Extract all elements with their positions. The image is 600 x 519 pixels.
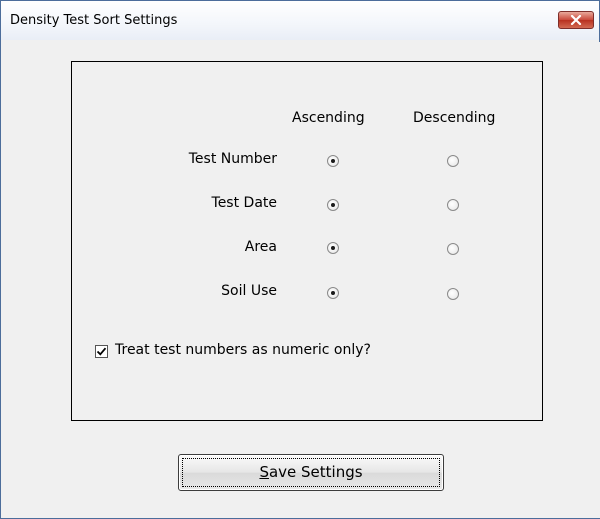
descending-header: Descending	[413, 110, 496, 126]
sort-settings-group: Ascending Descending Test Number Test Da…	[71, 61, 543, 421]
radio-selected-dot	[331, 203, 335, 207]
area-ascending-radio[interactable]	[327, 242, 339, 254]
test-number-ascending-radio[interactable]	[327, 155, 339, 167]
row-label-area: Area	[244, 239, 277, 255]
row-label-test-number: Test Number	[188, 151, 277, 167]
radio-selected-dot	[331, 291, 335, 295]
ascending-header: Ascending	[292, 110, 365, 126]
close-icon	[570, 15, 582, 25]
save-label-rest: ave Settings	[268, 463, 363, 481]
save-mnemonic: S	[259, 463, 269, 481]
area-descending-radio[interactable]	[447, 243, 459, 255]
radio-selected-dot	[331, 246, 335, 250]
row-label-soil-use: Soil Use	[221, 283, 277, 299]
test-date-descending-radio[interactable]	[447, 199, 459, 211]
numeric-only-checkbox[interactable]	[95, 345, 108, 358]
test-date-ascending-radio[interactable]	[327, 199, 339, 211]
save-settings-label: Save Settings	[179, 463, 443, 481]
soil-use-descending-radio[interactable]	[447, 288, 459, 300]
close-button[interactable]	[558, 11, 594, 29]
dialog-body: Ascending Descending Test Number Test Da…	[2, 42, 600, 518]
row-label-test-date: Test Date	[211, 195, 277, 211]
checkmark-icon	[96, 347, 107, 356]
radio-selected-dot	[331, 159, 335, 163]
title-bar[interactable]: Density Test Sort Settings	[1, 1, 599, 41]
dialog-window: Density Test Sort Settings Ascending Des…	[0, 0, 600, 519]
test-number-descending-radio[interactable]	[447, 155, 459, 167]
save-settings-button[interactable]: Save Settings	[178, 454, 444, 491]
soil-use-ascending-radio[interactable]	[327, 287, 339, 299]
window-title: Density Test Sort Settings	[10, 13, 178, 28]
numeric-only-label[interactable]: Treat test numbers as numeric only?	[115, 342, 371, 358]
